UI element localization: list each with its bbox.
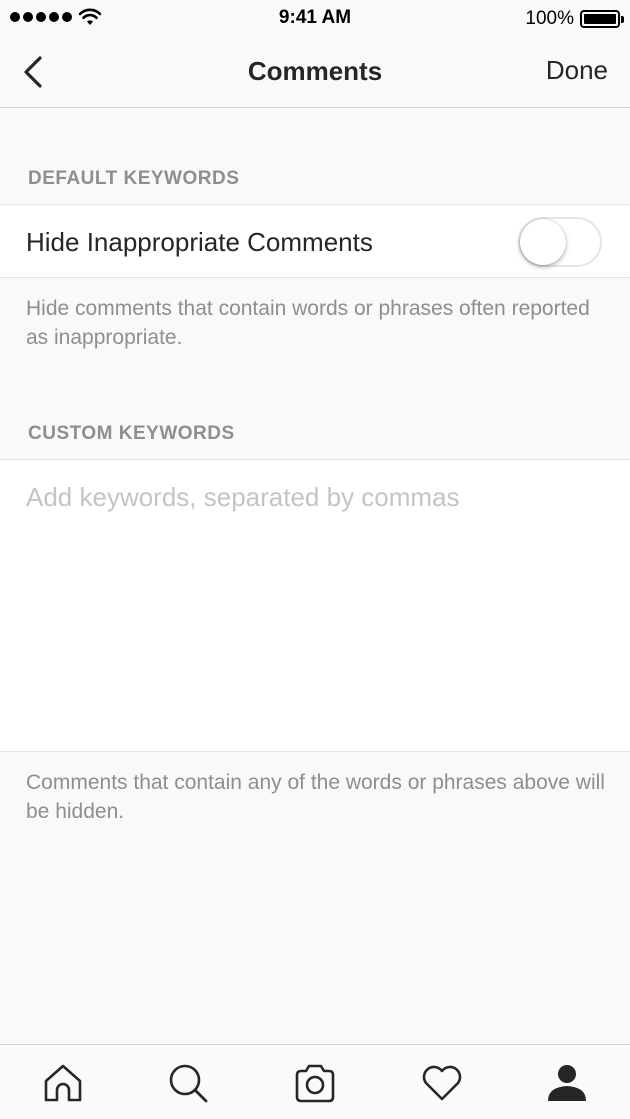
default-keywords-header: DEFAULT KEYWORDS: [28, 168, 240, 189]
tab-search[interactable]: [166, 1061, 210, 1105]
done-button[interactable]: Done: [546, 55, 608, 86]
hide-inappropriate-row: Hide Inappropriate Comments: [0, 204, 630, 278]
navigation-bar: Comments Done: [0, 36, 630, 108]
heart-icon: [422, 1065, 462, 1101]
battery-percentage: 100%: [525, 8, 574, 29]
hide-inappropriate-toggle[interactable]: [518, 217, 602, 267]
tab-bar: [0, 1044, 630, 1119]
page-title: Comments: [247, 56, 383, 86]
battery-icon: [580, 10, 624, 28]
custom-keywords-box: [0, 459, 630, 752]
tab-home[interactable]: [41, 1061, 85, 1105]
home-icon: [44, 1064, 82, 1102]
tab-camera[interactable]: [293, 1061, 337, 1105]
search-icon: [169, 1064, 208, 1103]
toggle-knob: [520, 219, 566, 265]
custom-keywords-footnote: Comments that contain any of the words o…: [26, 771, 605, 823]
status-bar: 9:41 AM 100%: [0, 0, 630, 36]
custom-keywords-input[interactable]: [0, 460, 630, 751]
camera-icon: [295, 1064, 335, 1103]
tab-profile[interactable]: [545, 1061, 589, 1105]
tab-activity[interactable]: [420, 1061, 464, 1105]
profile-icon: [548, 1065, 586, 1101]
custom-keywords-header: CUSTOM KEYWORDS: [28, 423, 235, 444]
default-keywords-footnote: Hide comments that contain words or phra…: [26, 297, 590, 349]
hide-inappropriate-label: Hide Inappropriate Comments: [26, 227, 373, 257]
status-right: 100%: [525, 8, 624, 30]
